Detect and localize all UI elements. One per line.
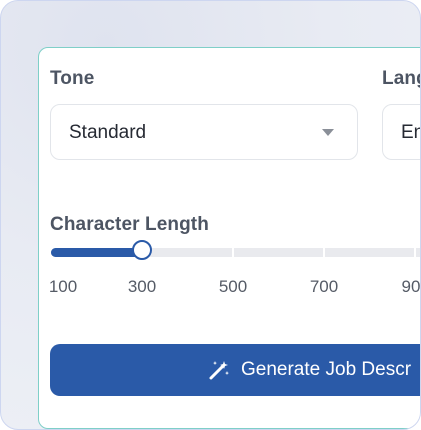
magic-wand-icon	[209, 361, 229, 380]
generate-button-label: Generate Job Descr	[241, 359, 412, 380]
tone-select[interactable]: Standard	[50, 104, 358, 160]
slider-tick-label: 90	[401, 277, 421, 296]
slider-tick	[232, 248, 234, 257]
language-select[interactable]: En	[382, 104, 420, 160]
language-select-value: En	[401, 122, 420, 143]
slider-tick-label: 500	[218, 277, 248, 296]
slider-tick-label: 700	[309, 277, 339, 296]
character-length-slider-thumb[interactable]	[132, 240, 153, 260]
language-label: Lang	[382, 68, 420, 89]
chevron-down-icon	[322, 129, 334, 136]
tone-label: Tone	[50, 68, 95, 89]
outer-frame: Tone Standard Lang En Character Length 1…	[0, 0, 421, 430]
job-description-form: Tone Standard Lang En Character Length 1…	[38, 47, 421, 429]
tone-select-value: Standard	[69, 122, 147, 143]
slider-tick-label: 300	[127, 277, 157, 296]
slider-tick	[323, 248, 325, 257]
generate-job-description-button[interactable]: Generate Job Descr	[50, 344, 420, 396]
slider-tick	[414, 248, 416, 257]
slider-tick-label: 100	[48, 277, 78, 296]
character-length-slider-track[interactable]	[51, 248, 420, 257]
character-length-label: Character Length	[50, 214, 209, 235]
character-length-slider-fill	[51, 248, 143, 257]
